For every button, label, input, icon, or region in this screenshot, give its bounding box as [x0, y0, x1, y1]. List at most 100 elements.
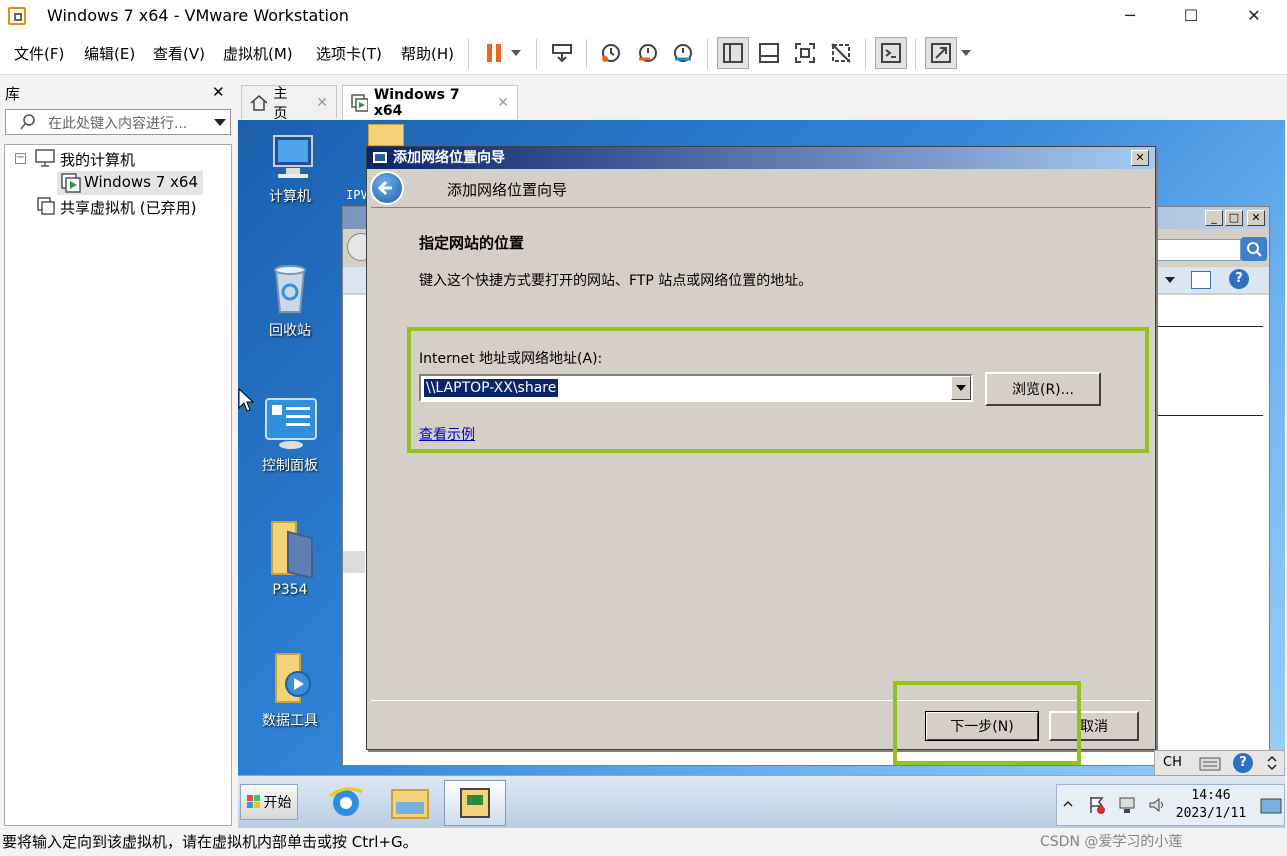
show-hidden-icons-icon[interactable] — [1063, 799, 1073, 809]
desktop-icon-p354[interactable]: P354 — [250, 518, 330, 598]
menu-file[interactable]: 文件(F) — [14, 43, 64, 64]
wizard-description: 键入这个快捷方式要打开的网站、FTP 站点或网络位置的地址。 — [419, 273, 813, 289]
show-desktop-icon[interactable] — [1260, 797, 1282, 815]
network-wizard-taskbar-button[interactable] — [444, 780, 506, 826]
minimize-button[interactable]: ─ — [1100, 0, 1160, 33]
dialog-close-button[interactable]: ✕ — [1131, 150, 1149, 166]
home-icon — [250, 94, 268, 111]
library-search-input[interactable]: 在此处键入内容进行... — [5, 109, 231, 135]
desktop-icon-data-tools[interactable]: 数据工具 — [250, 650, 330, 730]
vm-icon — [351, 93, 368, 112]
tab-close-icon[interactable]: ✕ — [316, 95, 328, 111]
console-icon[interactable] — [875, 37, 907, 69]
desktop-icon-label: 控制面板 — [262, 458, 318, 474]
keyboard-icon[interactable] — [1199, 754, 1221, 772]
library-close-button[interactable]: ✕ — [212, 83, 225, 101]
fullscreen-icon[interactable] — [789, 37, 821, 69]
close-button[interactable]: ✕ — [1224, 0, 1284, 33]
menu-help[interactable]: 帮助(H) — [401, 43, 454, 64]
window-titlebar: Windows 7 x64 - VMware Workstation ─ ☐ ✕ — [0, 0, 1287, 33]
desktop-icon-control-panel[interactable]: 控制面板 — [250, 395, 330, 475]
highlight-box-next — [893, 681, 1081, 765]
menu-vm[interactable]: 虚拟机(M) — [223, 43, 293, 64]
folder-icon — [271, 521, 313, 580]
help-icon[interactable]: ? — [1229, 269, 1249, 289]
tree-item-shared-vms[interactable]: 共享虚拟机 (已弃用) — [60, 197, 196, 218]
system-tray: 14:46 2023/1/11 — [1056, 784, 1285, 826]
divider — [1153, 326, 1263, 327]
separator — [536, 39, 537, 69]
tab-home[interactable]: 主页 ✕ — [241, 85, 337, 122]
action-center-icon[interactable] — [1087, 795, 1107, 815]
folder-icon[interactable] — [368, 124, 404, 146]
chevron-down-icon[interactable] — [958, 37, 974, 69]
chevron-down-icon[interactable] — [506, 37, 526, 69]
start-label: 开始 — [263, 795, 292, 811]
desktop-partial-label: IPV — [346, 188, 368, 202]
options-chevron-icon[interactable] — [1267, 755, 1277, 771]
tab-vm[interactable]: Windows 7 x64 ✕ — [342, 85, 518, 119]
tab-close-icon[interactable]: ✕ — [497, 95, 509, 111]
start-button[interactable]: 开始 — [240, 784, 298, 820]
volume-icon[interactable] — [1147, 795, 1167, 815]
preview-pane-icon[interactable] — [1191, 271, 1211, 289]
language-bar: CH ? — [1154, 750, 1285, 776]
search-icon[interactable] — [1241, 237, 1267, 261]
tree-item-vm-label[interactable]: Windows 7 x64 — [84, 173, 198, 191]
snapshot-icon[interactable] — [595, 37, 627, 69]
computer-icon — [273, 135, 313, 178]
language-indicator[interactable]: CH — [1163, 755, 1182, 770]
clock-date[interactable]: 2023/1/11 — [1173, 806, 1249, 821]
divider — [1153, 415, 1263, 416]
explorer-close-button[interactable]: ✕ — [1247, 210, 1265, 226]
search-placeholder: 在此处键入内容进行... — [48, 116, 188, 132]
tree-item-my-computer[interactable]: 我的计算机 — [60, 149, 135, 170]
search-icon — [20, 114, 35, 130]
sidebar-toggle-icon[interactable] — [717, 37, 749, 69]
dialog-titlebar: 添加网络位置向导 — [367, 147, 1155, 169]
desktop-icon-recycle-bin[interactable]: 回收站 — [250, 260, 330, 340]
thumbnail-bar-icon[interactable] — [753, 37, 785, 69]
internet-explorer-icon[interactable] — [326, 782, 366, 822]
desktop-icon-label: P354 — [272, 582, 308, 598]
revert-snapshot-icon[interactable] — [632, 37, 664, 69]
unity-icon[interactable] — [825, 37, 857, 69]
folder-icon — [275, 653, 311, 703]
desktop-icon-computer[interactable]: 计算机 — [250, 130, 330, 206]
explorer-minimize-button[interactable]: _ — [1205, 210, 1223, 226]
menu-tabs[interactable]: 选项卡(T) — [316, 43, 382, 64]
explorer-search-input[interactable] — [1153, 239, 1241, 261]
stretch-icon[interactable] — [925, 37, 957, 69]
snapshot-manager-icon[interactable] — [667, 37, 699, 69]
menu-edit[interactable]: 编辑(E) — [84, 43, 135, 64]
shared-vm-icon — [37, 197, 55, 215]
vm-taskbar: 开始 14:46 2023/1/11 — [238, 775, 1285, 828]
chevron-down-icon[interactable] — [1165, 277, 1175, 283]
scroll-marker — [343, 551, 365, 573]
dialog-window-icon — [372, 151, 388, 164]
separator — [707, 39, 708, 69]
vm-screen[interactable]: 计算机 IPV 回收站 控制面板 P354 数据工具 _ □ ✕ ? 添加网络位… — [238, 120, 1285, 828]
mouse-cursor-icon — [238, 388, 254, 412]
separator — [865, 39, 866, 69]
network-icon[interactable] — [1117, 795, 1137, 815]
explorer-maximize-button[interactable]: □ — [1225, 210, 1243, 226]
desktop-icon-label: 数据工具 — [262, 713, 318, 729]
wizard-heading: 指定网站的位置 — [419, 234, 525, 252]
separator — [915, 39, 916, 69]
collapse-icon[interactable]: − — [15, 153, 26, 164]
menu-view[interactable]: 查看(V) — [153, 43, 205, 64]
clock-time[interactable]: 14:46 — [1181, 788, 1241, 803]
maximize-button[interactable]: ☐ — [1161, 0, 1221, 33]
computer-icon — [35, 149, 55, 167]
explorer-taskbar-icon[interactable] — [386, 782, 434, 824]
back-arrow-icon[interactable] — [370, 171, 404, 205]
chevron-down-icon[interactable] — [214, 119, 226, 126]
wizard-body: 指定网站的位置 键入这个快捷方式要打开的网站、FTP 站点或网络位置的地址。 I… — [371, 207, 1151, 701]
status-text: 要将输入定向到该虚拟机，请在虚拟机内部单击或按 Ctrl+G。 — [2, 833, 418, 851]
help-icon[interactable]: ? — [1233, 753, 1253, 773]
add-network-location-dialog: 添加网络位置向导 ✕ 添加网络位置向导 指定网站的位置 键入这个快捷方式要打开的… — [366, 146, 1156, 765]
tab-bar: 主页 ✕ Windows 7 x64 ✕ — [236, 77, 1287, 122]
send-keys-icon[interactable] — [546, 37, 578, 69]
windows-logo-icon — [246, 795, 260, 808]
